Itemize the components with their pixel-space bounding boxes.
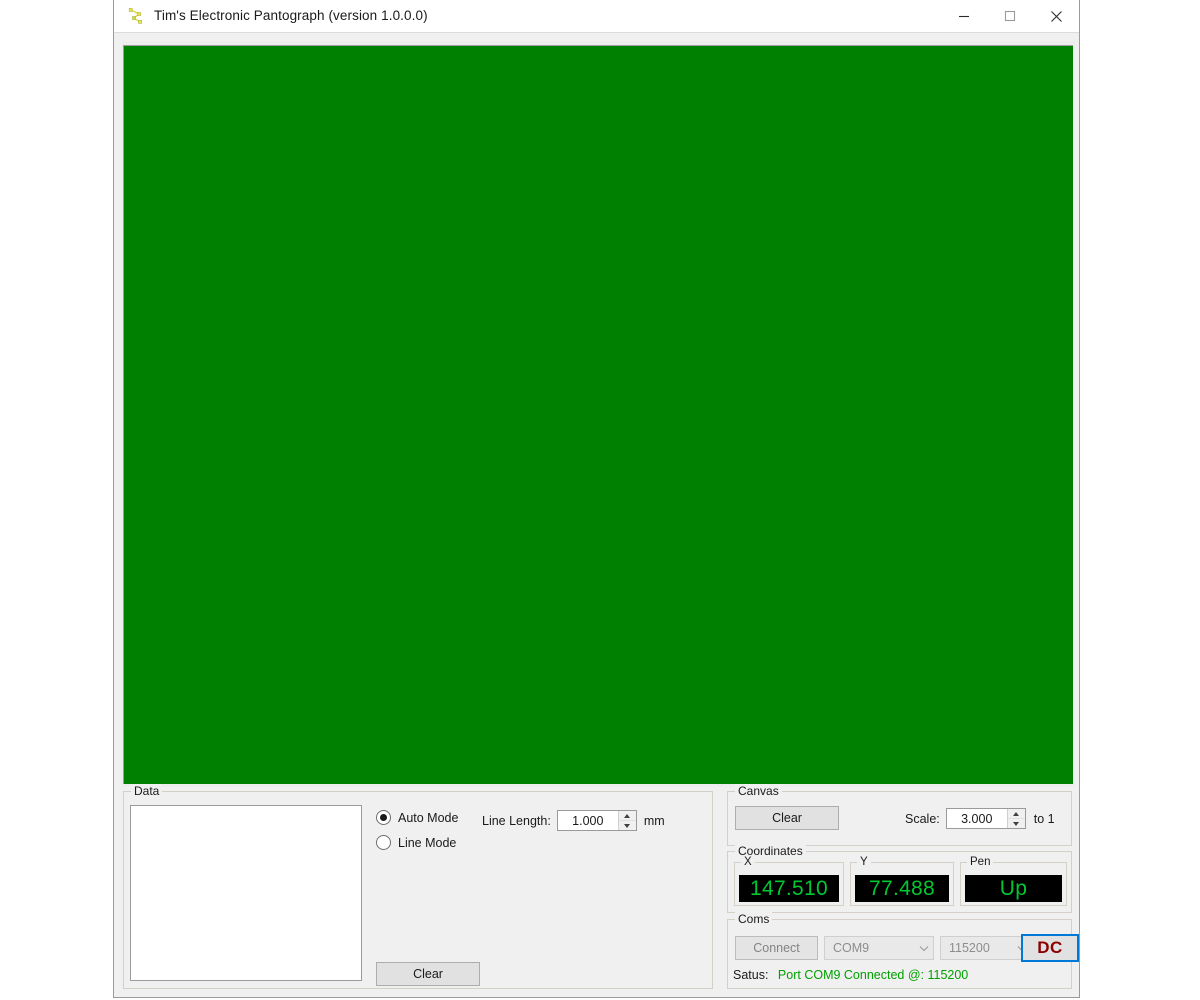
coordinate-y-label: Y	[857, 855, 871, 869]
coms-group-title: Coms	[735, 912, 772, 926]
coordinate-x-label: X	[741, 855, 755, 869]
data-group-title: Data	[131, 784, 162, 798]
coordinate-y-box: Y 77.488	[850, 862, 954, 906]
com-port-select[interactable]: COM9	[824, 936, 934, 960]
pantograph-icon	[126, 6, 146, 26]
radio-auto-mode[interactable]: Auto Mode	[376, 810, 458, 825]
line-length-increment[interactable]	[619, 811, 636, 821]
coordinate-y-value: 77.488	[855, 875, 949, 902]
minimize-button[interactable]	[941, 0, 987, 32]
canvas-container	[122, 41, 1075, 787]
baud-rate-value: 115200	[941, 941, 1013, 955]
baud-rate-select[interactable]: 115200	[940, 936, 1032, 960]
scale-decrement[interactable]	[1008, 819, 1025, 828]
chevron-up-icon	[624, 814, 630, 818]
radio-auto-mode-label: Auto Mode	[398, 811, 458, 825]
scale-input[interactable]: 3.000	[947, 809, 1007, 828]
chevron-down-icon	[624, 824, 630, 828]
status-label: Satus:	[733, 968, 768, 982]
pen-state-label: Pen	[967, 855, 993, 869]
line-length-input[interactable]: 1.000	[558, 811, 618, 830]
coordinates-group: Coordinates X 147.510 Y 77.488 Pen Up	[727, 851, 1072, 913]
radio-line-mode-label: Line Mode	[398, 836, 456, 850]
line-length-arrows	[618, 811, 636, 830]
coordinate-x-value: 147.510	[739, 875, 839, 902]
pen-state-value: Up	[965, 875, 1062, 902]
data-listbox[interactable]	[130, 805, 362, 981]
radio-line-mode-indicator	[376, 835, 391, 850]
canvas-group-title: Canvas	[735, 784, 782, 798]
status-value: Port COM9 Connected @: 115200	[778, 968, 968, 982]
data-group: Data Auto Mode Line Mode Line Length: 1.…	[123, 791, 713, 989]
maximize-button[interactable]	[987, 0, 1033, 32]
canvas-clear-button[interactable]: Clear	[735, 806, 839, 830]
canvas-group: Canvas Clear Scale: 3.000 to 1	[727, 791, 1072, 846]
line-length-decrement[interactable]	[619, 821, 636, 830]
pen-state-box: Pen Up	[960, 862, 1067, 906]
window-title: Tim's Electronic Pantograph (version 1.0…	[154, 8, 428, 23]
line-length-stepper[interactable]: 1.000	[557, 810, 637, 831]
com-port-value: COM9	[825, 941, 915, 955]
maximize-icon	[1004, 10, 1016, 22]
dc-button[interactable]: DC	[1021, 934, 1079, 962]
application-window: Tim's Electronic Pantograph (version 1.0…	[113, 0, 1080, 998]
line-length-unit: mm	[644, 814, 665, 828]
minimize-icon	[958, 10, 970, 22]
chevron-down-icon	[915, 945, 933, 952]
coordinate-x-box: X 147.510	[734, 862, 844, 906]
line-length-label: Line Length:	[482, 814, 551, 828]
line-length-row: Line Length: 1.000 mm	[482, 810, 665, 831]
title-bar: Tim's Electronic Pantograph (version 1.0…	[114, 0, 1079, 33]
scale-row: Scale: 3.000 to 1	[905, 808, 1055, 829]
close-button[interactable]	[1033, 0, 1079, 32]
scale-stepper[interactable]: 3.000	[946, 808, 1026, 829]
scale-increment[interactable]	[1008, 809, 1025, 819]
data-clear-button[interactable]: Clear	[376, 962, 480, 986]
scale-label: Scale:	[905, 812, 940, 826]
connect-button[interactable]: Connect	[735, 936, 818, 960]
chevron-up-icon	[1013, 812, 1019, 816]
scale-suffix: to 1	[1034, 812, 1055, 826]
drawing-canvas[interactable]	[123, 45, 1073, 784]
radio-auto-mode-indicator	[376, 810, 391, 825]
coms-group: Coms Connect COM9 115200 DC Satus: Port …	[727, 919, 1072, 989]
radio-line-mode[interactable]: Line Mode	[376, 835, 456, 850]
scale-arrows	[1007, 809, 1025, 828]
status-row: Satus: Port COM9 Connected @: 115200	[733, 968, 968, 982]
chevron-down-icon	[1013, 822, 1019, 826]
close-icon	[1050, 10, 1063, 23]
